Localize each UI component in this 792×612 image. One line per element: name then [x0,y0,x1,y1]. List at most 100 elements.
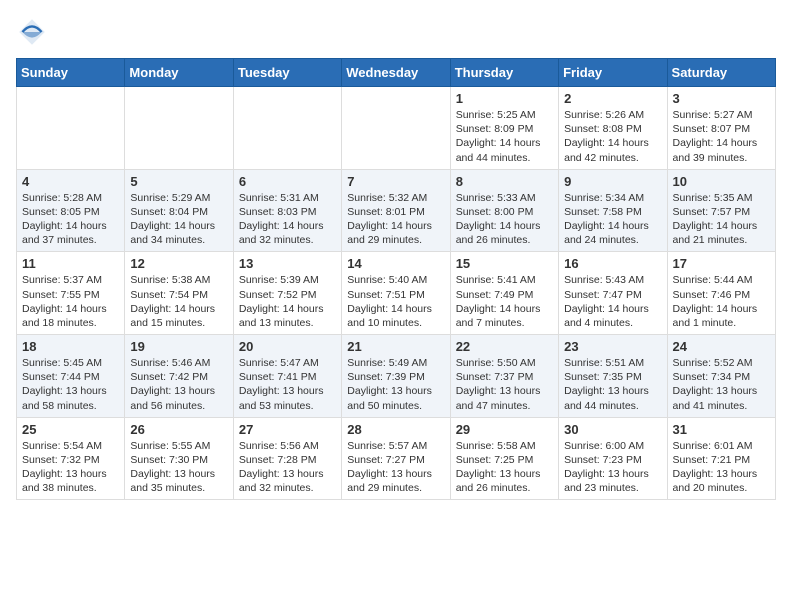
calendar-cell: 30 Sunrise: 6:00 AM Sunset: 7:23 PM Dayli… [559,417,667,500]
day-number: 13 [239,256,336,271]
logo [16,16,52,48]
day-info: Sunrise: 5:40 AM Sunset: 7:51 PM Dayligh… [347,273,444,330]
day-info: Sunrise: 5:49 AM Sunset: 7:39 PM Dayligh… [347,356,444,413]
calendar-cell: 18 Sunrise: 5:45 AM Sunset: 7:44 PM Dayli… [17,335,125,418]
calendar-cell: 4 Sunrise: 5:28 AM Sunset: 8:05 PM Daylig… [17,169,125,252]
day-info: Sunrise: 5:25 AM Sunset: 8:09 PM Dayligh… [456,108,553,165]
calendar-cell [233,87,341,170]
day-info: Sunrise: 5:54 AM Sunset: 7:32 PM Dayligh… [22,439,119,496]
calendar-cell: 3Sunrise: 5:27 AM Sunset: 8:07 PM Daylig… [667,87,775,170]
calendar-cell: 22Sunrise: 5:50 AM Sunset: 7:37 PM Dayli… [450,335,558,418]
calendar-cell: 16 Sunrise: 5:43 AM Sunset: 7:47 PM Dayli… [559,252,667,335]
calendar-cell [17,87,125,170]
day-number: 1 [456,91,553,106]
day-number: 22 [456,339,553,354]
calendar-week-2: 4 Sunrise: 5:28 AM Sunset: 8:05 PM Daylig… [17,169,776,252]
calendar-cell: 1 Sunrise: 5:25 AM Sunset: 8:09 PM Daylig… [450,87,558,170]
logo-icon [16,16,48,48]
calendar-cell: 23Sunrise: 5:51 AM Sunset: 7:35 PM Dayli… [559,335,667,418]
calendar-cell: 28 Sunrise: 5:57 AM Sunset: 7:27 PM Dayli… [342,417,450,500]
weekday-header-row: SundayMondayTuesdayWednesdayThursdayFrid… [17,59,776,87]
day-number: 15 [456,256,553,271]
day-number: 4 [22,174,119,189]
calendar-cell: 25 Sunrise: 5:54 AM Sunset: 7:32 PM Dayli… [17,417,125,500]
day-info: Sunrise: 5:58 AM Sunset: 7:25 PM Dayligh… [456,439,553,496]
day-info: Sunrise: 5:32 AM Sunset: 8:01 PM Dayligh… [347,191,444,248]
day-number: 26 [130,422,227,437]
weekday-header-monday: Monday [125,59,233,87]
day-info: Sunrise: 5:44 AM Sunset: 7:46 PM Dayligh… [673,273,770,330]
day-number: 14 [347,256,444,271]
day-info: Sunrise: 5:33 AM Sunset: 8:00 PM Dayligh… [456,191,553,248]
calendar-cell: 13 Sunrise: 5:39 AM Sunset: 7:52 PM Dayli… [233,252,341,335]
day-info: Sunrise: 5:43 AM Sunset: 7:47 PM Dayligh… [564,273,661,330]
day-info: Sunrise: 5:55 AM Sunset: 7:30 PM Dayligh… [130,439,227,496]
calendar-cell: 20 Sunrise: 5:47 AM Sunset: 7:41 PM Dayli… [233,335,341,418]
day-number: 16 [564,256,661,271]
day-info: Sunrise: 5:37 AM Sunset: 7:55 PM Dayligh… [22,273,119,330]
day-info: Sunrise: 5:47 AM Sunset: 7:41 PM Dayligh… [239,356,336,413]
day-number: 7 [347,174,444,189]
day-number: 19 [130,339,227,354]
day-info: Sunrise: 5:46 AM Sunset: 7:42 PM Dayligh… [130,356,227,413]
day-info: Sunrise: 5:35 AM Sunset: 7:57 PM Dayligh… [673,191,770,248]
weekday-header-thursday: Thursday [450,59,558,87]
day-info: Sunrise: 5:38 AM Sunset: 7:54 PM Dayligh… [130,273,227,330]
calendar-cell: 29 Sunrise: 5:58 AM Sunset: 7:25 PM Dayli… [450,417,558,500]
calendar-cell: 8 Sunrise: 5:33 AM Sunset: 8:00 PM Daylig… [450,169,558,252]
weekday-header-friday: Friday [559,59,667,87]
day-info: Sunrise: 5:34 AM Sunset: 7:58 PM Dayligh… [564,191,661,248]
day-info: Sunrise: 5:56 AM Sunset: 7:28 PM Dayligh… [239,439,336,496]
calendar-table: SundayMondayTuesdayWednesdayThursdayFrid… [16,58,776,500]
day-info: Sunrise: 5:28 AM Sunset: 8:05 PM Dayligh… [22,191,119,248]
day-info: Sunrise: 5:39 AM Sunset: 7:52 PM Dayligh… [239,273,336,330]
weekday-header-wednesday: Wednesday [342,59,450,87]
day-number: 8 [456,174,553,189]
day-info: Sunrise: 6:01 AM Sunset: 7:21 PM Dayligh… [673,439,770,496]
weekday-header-sunday: Sunday [17,59,125,87]
day-number: 11 [22,256,119,271]
calendar-cell: 15Sunrise: 5:41 AM Sunset: 7:49 PM Dayli… [450,252,558,335]
day-info: Sunrise: 5:45 AM Sunset: 7:44 PM Dayligh… [22,356,119,413]
calendar-cell: 27 Sunrise: 5:56 AM Sunset: 7:28 PM Dayli… [233,417,341,500]
day-info: Sunrise: 6:00 AM Sunset: 7:23 PM Dayligh… [564,439,661,496]
day-number: 9 [564,174,661,189]
calendar-cell: 11 Sunrise: 5:37 AM Sunset: 7:55 PM Dayli… [17,252,125,335]
day-number: 10 [673,174,770,189]
day-number: 6 [239,174,336,189]
calendar-cell: 5Sunrise: 5:29 AM Sunset: 8:04 PM Daylig… [125,169,233,252]
calendar-cell: 31Sunrise: 6:01 AM Sunset: 7:21 PM Dayli… [667,417,775,500]
day-info: Sunrise: 5:52 AM Sunset: 7:34 PM Dayligh… [673,356,770,413]
day-number: 5 [130,174,227,189]
calendar-week-3: 11 Sunrise: 5:37 AM Sunset: 7:55 PM Dayli… [17,252,776,335]
day-number: 23 [564,339,661,354]
calendar-cell: 2 Sunrise: 5:26 AM Sunset: 8:08 PM Daylig… [559,87,667,170]
calendar-cell: 10 Sunrise: 5:35 AM Sunset: 7:57 PM Dayli… [667,169,775,252]
day-info: Sunrise: 5:31 AM Sunset: 8:03 PM Dayligh… [239,191,336,248]
day-number: 12 [130,256,227,271]
page-header [16,16,776,48]
calendar-week-5: 25 Sunrise: 5:54 AM Sunset: 7:32 PM Dayli… [17,417,776,500]
calendar-cell: 9 Sunrise: 5:34 AM Sunset: 7:58 PM Daylig… [559,169,667,252]
day-number: 20 [239,339,336,354]
calendar-cell [342,87,450,170]
day-number: 18 [22,339,119,354]
day-info: Sunrise: 5:27 AM Sunset: 8:07 PM Dayligh… [673,108,770,165]
day-number: 29 [456,422,553,437]
calendar-cell: 26 Sunrise: 5:55 AM Sunset: 7:30 PM Dayli… [125,417,233,500]
calendar-week-4: 18 Sunrise: 5:45 AM Sunset: 7:44 PM Dayli… [17,335,776,418]
day-info: Sunrise: 5:26 AM Sunset: 8:08 PM Dayligh… [564,108,661,165]
calendar-cell: 7 Sunrise: 5:32 AM Sunset: 8:01 PM Daylig… [342,169,450,252]
day-number: 24 [673,339,770,354]
day-number: 27 [239,422,336,437]
day-info: Sunrise: 5:57 AM Sunset: 7:27 PM Dayligh… [347,439,444,496]
calendar-cell [125,87,233,170]
calendar-cell: 24 Sunrise: 5:52 AM Sunset: 7:34 PM Dayli… [667,335,775,418]
day-number: 2 [564,91,661,106]
day-number: 17 [673,256,770,271]
day-number: 30 [564,422,661,437]
calendar-cell: 6 Sunrise: 5:31 AM Sunset: 8:03 PM Daylig… [233,169,341,252]
day-number: 28 [347,422,444,437]
calendar-cell: 12 Sunrise: 5:38 AM Sunset: 7:54 PM Dayli… [125,252,233,335]
day-number: 25 [22,422,119,437]
